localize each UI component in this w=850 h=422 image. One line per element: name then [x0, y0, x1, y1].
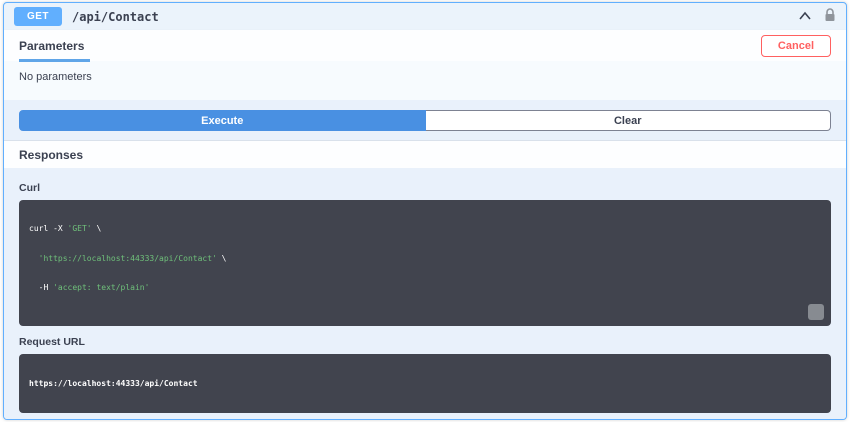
curl-line: -H 'accept: text/plain' [29, 283, 821, 293]
curl-string: 'accept: text/plain' [53, 282, 150, 292]
curl-command-block: curl -X 'GET' \ 'https://localhost:44333… [19, 200, 831, 327]
execute-wrapper: Execute Clear [4, 100, 846, 141]
curl-text: \ [91, 224, 102, 234]
curl-string: 'GET' [67, 224, 92, 234]
authorize-button[interactable] [824, 8, 836, 25]
curl-line: 'https://localhost:44333/api/Contact' \ [29, 254, 821, 264]
responses-section-header: Responses [4, 141, 846, 168]
request-url-label: Request URL [19, 336, 85, 349]
execute-button[interactable]: Execute [19, 110, 426, 131]
request-url-block: https://localhost:44333/api/Contact [19, 354, 831, 413]
cancel-button[interactable]: Cancel [760, 35, 831, 57]
http-method-badge: GET [14, 7, 62, 26]
endpoint-path: /api/Contact [72, 9, 159, 24]
responses-title: Responses [19, 147, 84, 162]
curl-text [29, 254, 39, 263]
curl-label: Curl [19, 182, 40, 194]
curl-string: 'https://localhost:44333/api/Contact' [38, 253, 217, 263]
curl-text: curl -X [29, 224, 68, 234]
no-parameters-text: No parameters [4, 61, 846, 100]
header-actions [798, 8, 836, 25]
operation-header[interactable]: GET /api/Contact [4, 3, 846, 30]
collapse-button[interactable] [798, 9, 812, 24]
curl-line: curl -X 'GET' \ [29, 224, 821, 234]
clipboard-icon [793, 290, 831, 327]
copy-curl-button[interactable] [808, 304, 831, 321]
tab-parameters[interactable]: Parameters [19, 35, 91, 62]
curl-text: \ [216, 253, 227, 263]
chevron-up-icon [798, 9, 812, 24]
clear-button[interactable]: Clear [425, 110, 831, 131]
request-url-value: https://localhost:44333/api/Contact [29, 378, 198, 388]
curl-text: -H [29, 282, 54, 292]
parameters-section-header: Parameters Cancel [4, 30, 846, 62]
lock-icon [824, 8, 836, 25]
responses-body: Curl curl -X 'GET' \ 'https://localhost:… [4, 168, 846, 419]
operation-panel: GET /api/Contact Parameters Cancel No pa… [3, 2, 847, 420]
